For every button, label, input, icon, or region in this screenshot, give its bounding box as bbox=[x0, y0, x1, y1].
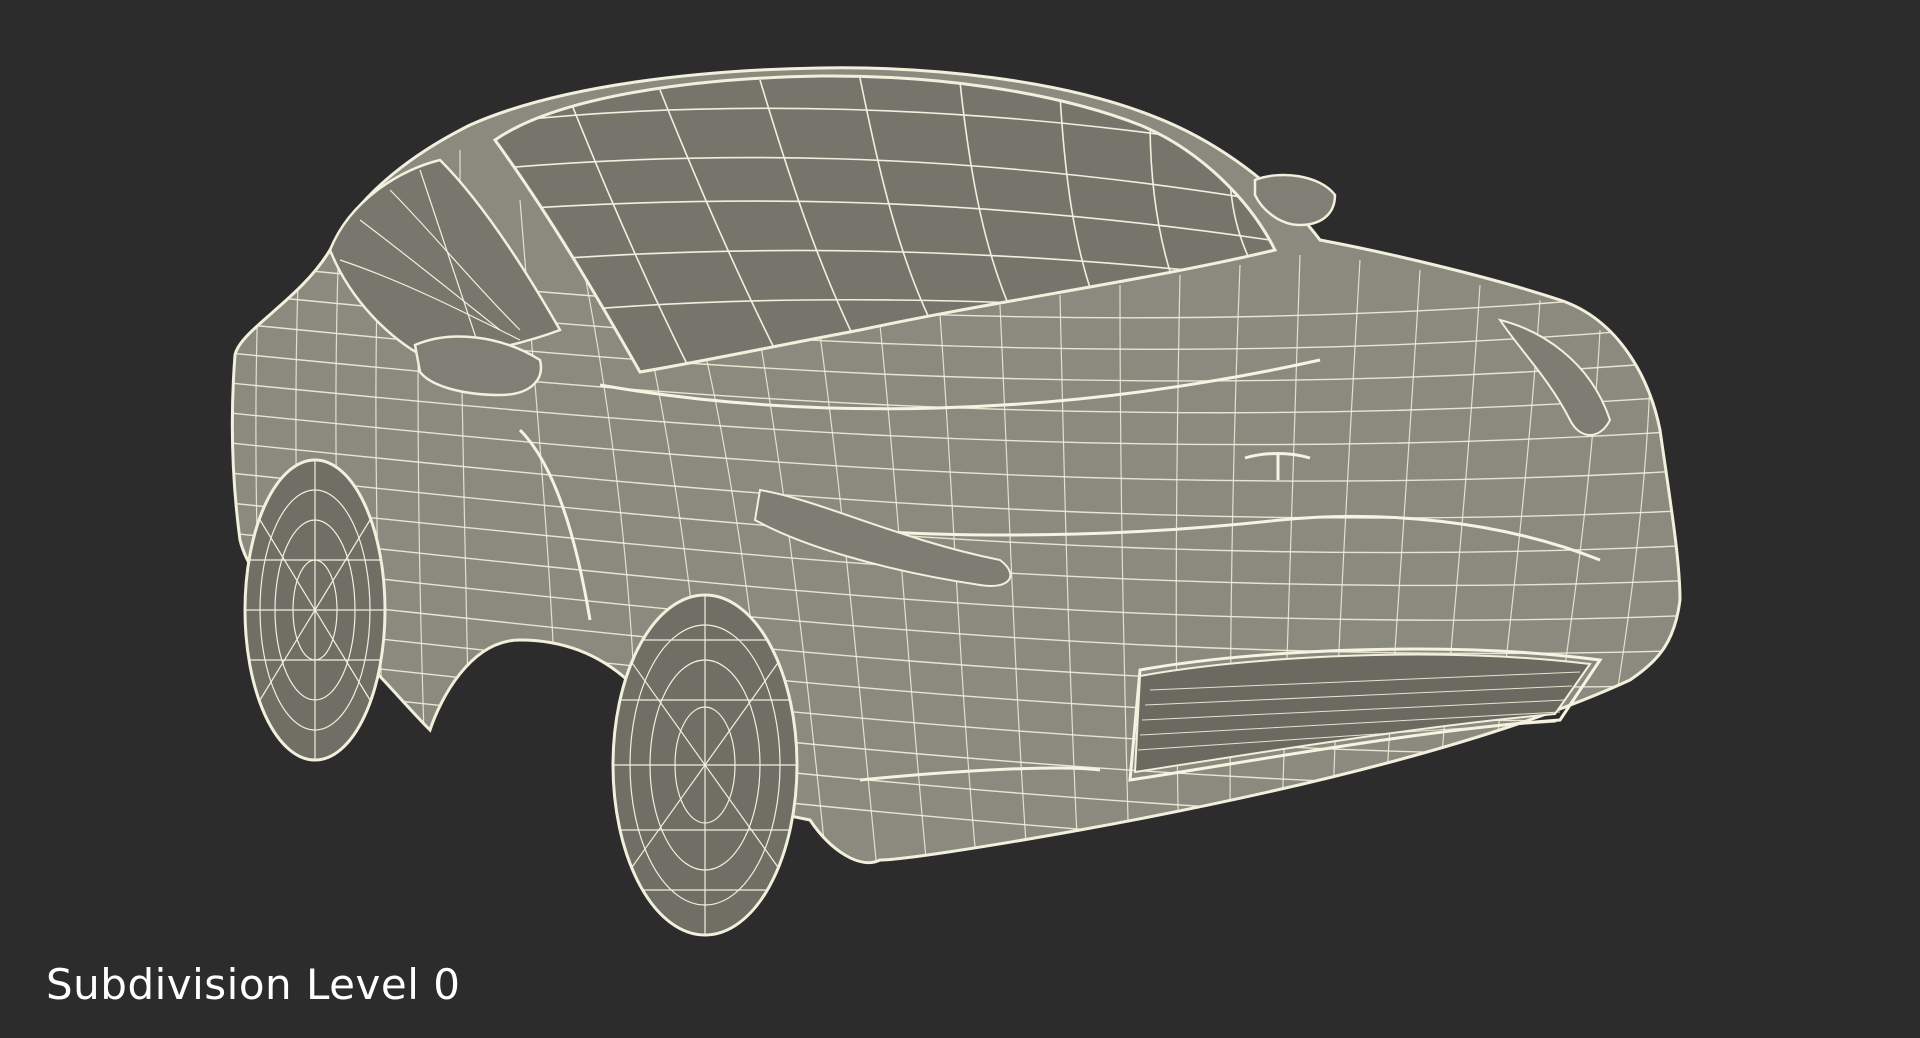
front-wheel bbox=[611, 593, 799, 937]
subdivision-level-caption: Subdivision Level 0 bbox=[46, 960, 461, 1009]
car-wireframe-model bbox=[230, 66, 1682, 937]
render-viewport: Subdivision Level 0 bbox=[0, 0, 1920, 1038]
